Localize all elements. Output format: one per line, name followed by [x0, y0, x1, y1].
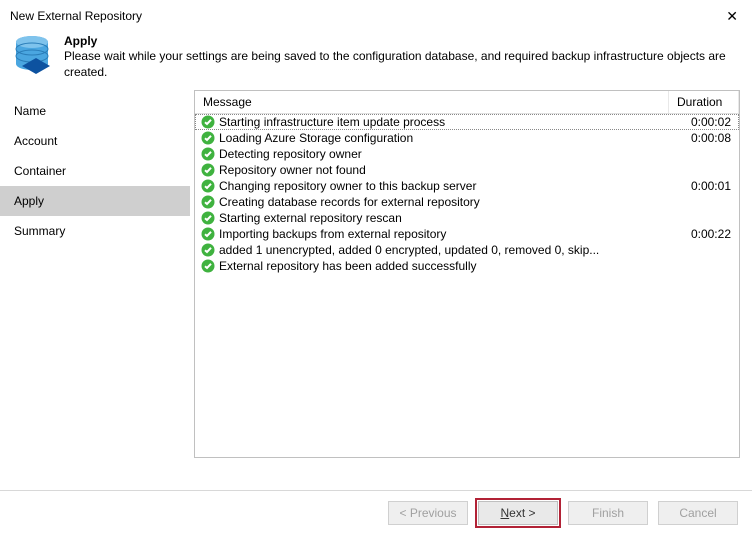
success-icon: [201, 131, 215, 145]
list-item-duration: 0:00:02: [671, 115, 733, 129]
list-item-message: Starting infrastructure item update proc…: [219, 115, 671, 129]
success-icon: [201, 259, 215, 273]
list-item-duration: 0:00:08: [671, 131, 733, 145]
previous-button: < Previous: [388, 501, 468, 525]
wizard-header-text: Apply Please wait while your settings ar…: [64, 34, 740, 80]
close-icon[interactable]: ✕: [722, 9, 742, 23]
repository-icon: [12, 34, 52, 80]
list-item-message: Repository owner not found: [219, 163, 671, 177]
sidebar-item-name[interactable]: Name: [0, 96, 190, 126]
column-duration[interactable]: Duration: [669, 91, 739, 113]
next-button[interactable]: Next >: [478, 501, 558, 525]
list-item[interactable]: Detecting repository owner: [195, 146, 739, 162]
wizard-header: Apply Please wait while your settings ar…: [0, 28, 752, 90]
list-item-message: added 1 unencrypted, added 0 encrypted, …: [219, 243, 671, 257]
success-icon: [201, 211, 215, 225]
progress-list: Message Duration Starting infrastructure…: [194, 90, 740, 458]
list-header: Message Duration: [195, 91, 739, 114]
page-description: Please wait while your settings are bein…: [64, 49, 740, 80]
list-item[interactable]: Repository owner not found: [195, 162, 739, 178]
list-item[interactable]: Loading Azure Storage configuration0:00:…: [195, 130, 739, 146]
list-item-message: Creating database records for external r…: [219, 195, 671, 209]
list-item-message: Starting external repository rescan: [219, 211, 671, 225]
success-icon: [201, 179, 215, 193]
success-icon: [201, 163, 215, 177]
list-item-message: Importing backups from external reposito…: [219, 227, 671, 241]
wizard-footer: < Previous Next > Finish Cancel: [0, 490, 752, 534]
list-item[interactable]: Creating database records for external r…: [195, 194, 739, 210]
column-message[interactable]: Message: [195, 91, 669, 113]
list-item[interactable]: Importing backups from external reposito…: [195, 226, 739, 242]
list-item[interactable]: Starting external repository rescan: [195, 210, 739, 226]
list-item-duration: 0:00:01: [671, 179, 733, 193]
success-icon: [201, 243, 215, 257]
wizard-steps: Name Account Container Apply Summary: [0, 90, 190, 468]
list-item-message: Changing repository owner to this backup…: [219, 179, 671, 193]
success-icon: [201, 195, 215, 209]
list-item[interactable]: Changing repository owner to this backup…: [195, 178, 739, 194]
page-title: Apply: [64, 34, 97, 48]
cancel-button: Cancel: [658, 501, 738, 525]
list-item-message: External repository has been added succe…: [219, 259, 671, 273]
success-icon: [201, 115, 215, 129]
sidebar-item-apply[interactable]: Apply: [0, 186, 190, 216]
finish-button: Finish: [568, 501, 648, 525]
list-item[interactable]: Starting infrastructure item update proc…: [195, 114, 739, 130]
success-icon: [201, 227, 215, 241]
list-item-message: Loading Azure Storage configuration: [219, 131, 671, 145]
sidebar-item-account[interactable]: Account: [0, 126, 190, 156]
list-item-duration: 0:00:22: [671, 227, 733, 241]
sidebar-item-container[interactable]: Container: [0, 156, 190, 186]
titlebar: New External Repository ✕: [0, 0, 752, 28]
list-item[interactable]: External repository has been added succe…: [195, 258, 739, 274]
sidebar-item-summary[interactable]: Summary: [0, 216, 190, 246]
list-item-message: Detecting repository owner: [219, 147, 671, 161]
success-icon: [201, 147, 215, 161]
list-item[interactable]: added 1 unencrypted, added 0 encrypted, …: [195, 242, 739, 258]
window-title: New External Repository: [10, 9, 142, 23]
